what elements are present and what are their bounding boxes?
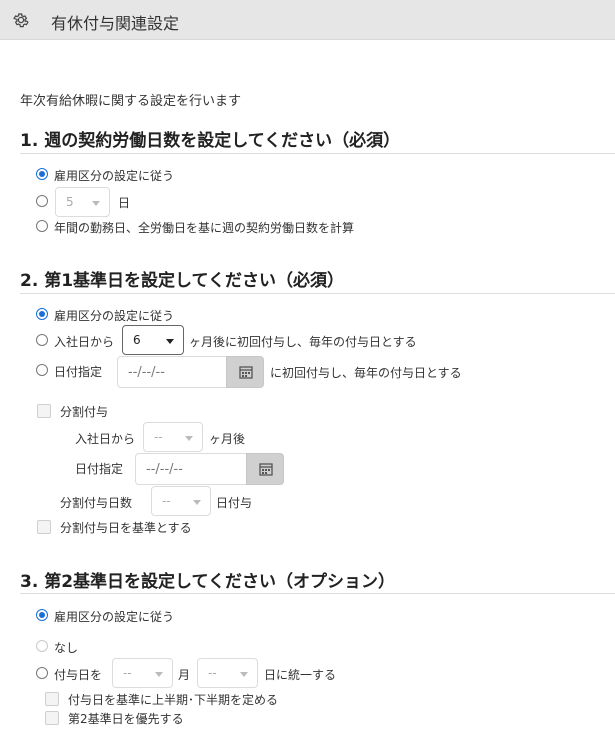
s1-days-radio[interactable]: [36, 195, 48, 207]
s1-days-value: 5: [66, 195, 74, 209]
s3-priority-label: 第2基準日を優先する: [68, 712, 184, 726]
s1-calc-radio[interactable]: [36, 220, 48, 232]
page-header: 有休付与関連設定: [0, 0, 615, 40]
s2-calendar-button[interactable]: [226, 356, 264, 388]
s2-split-checkbox[interactable]: [37, 404, 51, 418]
s2-date-label: 日付指定: [54, 365, 103, 379]
s2-split-base-checkbox[interactable]: [37, 520, 51, 534]
s2-date-suffix: に初回付与し、毎年の付与日とする: [270, 366, 462, 380]
s2-hire-suffix: ヶ月後に初回付与し、毎年の付与日とする: [189, 335, 417, 349]
s2-split-days-value: --: [162, 494, 171, 508]
s3-priority-checkbox[interactable]: [45, 711, 59, 725]
s1-calc-label: 年間の勤務日、全労働日を基に週の契約労働日数を計算: [54, 221, 355, 235]
s2-hire-prefix: 入社日から: [54, 335, 115, 349]
s3-month-select[interactable]: --: [112, 658, 173, 688]
s2-split-days-label: 分割付与日数: [60, 496, 133, 510]
section2-title: 2. 第1基準日を設定してください（必須）: [20, 271, 345, 291]
s2-date-radio[interactable]: [36, 364, 48, 376]
s3-none-radio[interactable]: [36, 640, 48, 652]
s3-none-label: なし: [54, 641, 79, 655]
s2-date-input[interactable]: --/--/--: [117, 356, 227, 388]
s3-month-value: --: [123, 666, 132, 680]
s2-hire-months-value: 6: [133, 333, 141, 347]
s3-day-suffix: 日に統一する: [264, 668, 337, 682]
s2-follow-label: 雇用区分の設定に従う: [54, 309, 175, 323]
calendar-icon: [239, 366, 253, 379]
s2-split-hire-prefix: 入社日から: [75, 432, 136, 446]
gear-icon: [13, 13, 29, 28]
s2-split-hire-select[interactable]: --: [143, 422, 203, 452]
page-title: 有休付与関連設定: [51, 14, 180, 33]
s3-day-value: --: [208, 666, 217, 680]
section1-title: 1. 週の契約労働日数を設定してください（必須）: [20, 131, 401, 151]
s1-follow-label: 雇用区分の設定に従う: [54, 169, 175, 183]
chevron-down-icon: [92, 201, 100, 206]
s3-half-checkbox[interactable]: [45, 692, 59, 706]
s1-follow-radio[interactable]: [36, 168, 48, 180]
s3-follow-radio[interactable]: [36, 609, 48, 621]
s2-follow-radio[interactable]: [36, 308, 48, 320]
chevron-down-icon: [166, 339, 174, 344]
s3-grant-radio[interactable]: [36, 667, 48, 679]
s3-grant-prefix: 付与日を: [54, 668, 103, 682]
section3-title: 3. 第2基準日を設定してください（オプション）: [20, 572, 396, 592]
s3-day-select[interactable]: --: [197, 658, 258, 688]
s2-split-date-label: 日付指定: [75, 462, 124, 476]
section3-divider: [20, 593, 615, 594]
chevron-down-icon: [185, 436, 193, 441]
section2-divider: [20, 293, 615, 294]
chevron-down-icon: [155, 672, 163, 677]
s2-date-placeholder: --/--/--: [128, 365, 165, 380]
intro-text: 年次有給休暇に関する設定を行います: [20, 94, 242, 109]
s2-split-base-label: 分割付与日を基準とする: [60, 521, 192, 535]
s2-split-calendar-button[interactable]: [246, 453, 284, 485]
calendar-icon: [259, 463, 273, 476]
s2-split-hire-value: --: [154, 430, 163, 444]
s2-hire-months-select[interactable]: 6: [122, 325, 184, 355]
section1-divider: [20, 153, 615, 154]
s2-split-date-input[interactable]: --/--/--: [135, 453, 247, 485]
s2-split-label: 分割付与: [60, 405, 109, 419]
s2-split-days-suffix: 日付与: [216, 496, 253, 510]
s2-split-date-placeholder: --/--/--: [146, 462, 183, 477]
s2-split-days-select[interactable]: --: [151, 486, 211, 516]
s2-split-hire-suffix: ヶ月後: [209, 432, 246, 446]
s3-half-label: 付与日を基準に上半期･下半期を定める: [68, 693, 279, 707]
chevron-down-icon: [193, 500, 201, 505]
s3-follow-label: 雇用区分の設定に従う: [54, 610, 175, 624]
s2-hire-radio[interactable]: [36, 334, 48, 346]
s1-days-unit: 日: [118, 196, 131, 210]
chevron-down-icon: [240, 672, 248, 677]
s3-month-unit: 月: [178, 668, 191, 682]
s1-days-select[interactable]: 5: [55, 187, 110, 217]
